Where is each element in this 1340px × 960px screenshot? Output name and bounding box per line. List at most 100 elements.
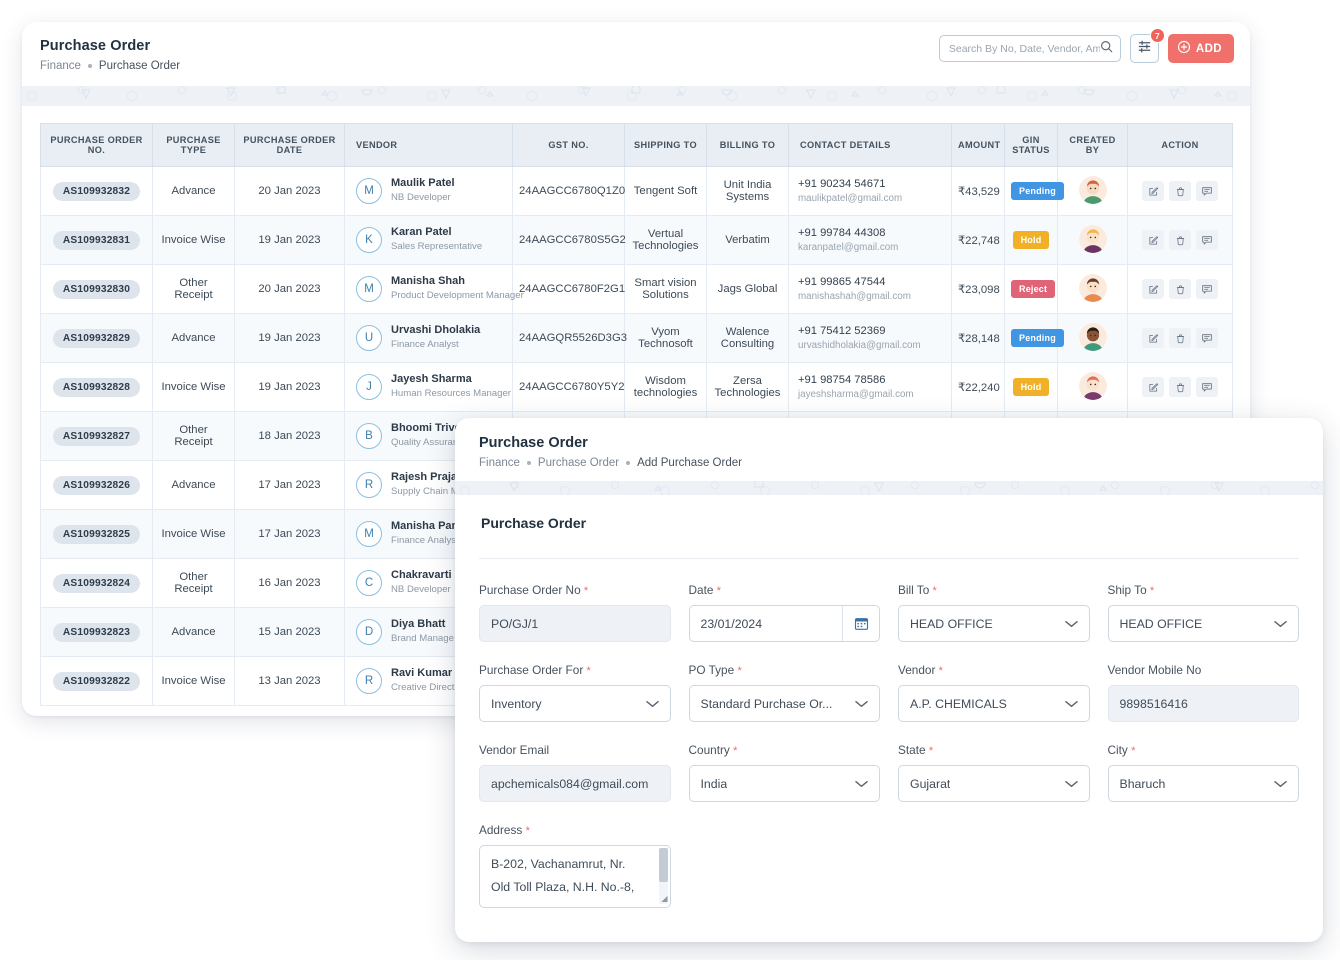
edit-icon[interactable]: [1142, 328, 1164, 348]
col-contact-details[interactable]: CONTACT DETAILS: [789, 124, 952, 167]
cell-gst-no: 24AAGCC6780S5G2: [513, 216, 625, 265]
edit-icon[interactable]: [1142, 230, 1164, 250]
po-number-pill[interactable]: AS109932823: [53, 623, 140, 642]
col-purchase-order-date[interactable]: PURCHASE ORDER DATE: [235, 124, 345, 167]
select-vendor[interactable]: A.P. CHEMICALS: [898, 685, 1090, 722]
col-amount[interactable]: AMOUNT: [952, 124, 1005, 167]
required-marker: *: [584, 585, 588, 597]
delete-icon[interactable]: [1169, 328, 1191, 348]
select-country[interactable]: India: [689, 765, 881, 802]
col-gst-no[interactable]: GST NO.: [513, 124, 625, 167]
label-text: Purchase Order For: [479, 663, 583, 677]
po-number-pill[interactable]: AS109932829: [53, 329, 140, 348]
modal-breadcrumb-purchase-order[interactable]: Purchase Order: [538, 457, 619, 469]
search-icon[interactable]: [1100, 40, 1113, 58]
vendor-name: Diya Bhatt: [391, 618, 445, 630]
vendor-role: Human Resources Manager: [391, 388, 511, 399]
input-purchase-order-no[interactable]: PO/GJ/1: [479, 605, 671, 642]
select-ship-to[interactable]: HEAD OFFICE: [1108, 605, 1300, 642]
table-row[interactable]: AS109932830Other Receipt20 Jan 2023MMani…: [41, 265, 1233, 314]
filter-button[interactable]: 7: [1130, 34, 1159, 63]
input-vendor-email[interactable]: apchemicals084@gmail.com: [479, 765, 671, 802]
textarea-address[interactable]: B-202, Vachanamrut, Nr.Old Toll Plaza, N…: [479, 845, 671, 908]
breadcrumb-item-finance[interactable]: Finance: [40, 60, 81, 72]
vendor-role: NB Developer: [391, 192, 451, 203]
label-address: Address *: [479, 823, 671, 837]
col-billing-to[interactable]: BILLING TO: [707, 124, 789, 167]
select-po-type[interactable]: Standard Purchase Or...: [689, 685, 881, 722]
breadcrumb-item-purchase-order[interactable]: Purchase Order: [99, 60, 180, 72]
select-state[interactable]: Gujarat: [898, 765, 1090, 802]
vendor-role: Brand Manage: [391, 633, 454, 644]
chevron-down-icon: [646, 698, 659, 710]
input-vendor-mobile-no[interactable]: 9898516416: [1108, 685, 1300, 722]
contact-email: jayeshsharma@gmail.com: [798, 388, 945, 401]
cell-po-no: AS109932829: [41, 314, 153, 363]
label-vendor: Vendor *: [898, 663, 1090, 677]
edit-icon[interactable]: [1142, 377, 1164, 397]
calendar-icon[interactable]: [842, 606, 879, 641]
col-vendor[interactable]: VENDOR: [345, 124, 513, 167]
value-vendor-email: apchemicals084@gmail.com: [491, 777, 648, 791]
col-purchase-type[interactable]: PURCHASE TYPE: [153, 124, 235, 167]
comment-icon[interactable]: [1196, 181, 1218, 201]
comment-icon[interactable]: [1196, 279, 1218, 299]
modal-breadcrumb-dot-2: [626, 461, 630, 465]
select-city[interactable]: Bharuch: [1108, 765, 1300, 802]
col-purchase-order-no[interactable]: PURCHASE ORDER NO.: [41, 124, 153, 167]
vendor-initial-avatar: R: [356, 472, 382, 498]
delete-icon[interactable]: [1169, 279, 1191, 299]
field-bill-to: Bill To * HEAD OFFICE: [898, 583, 1090, 642]
delete-icon[interactable]: [1169, 377, 1191, 397]
select-purchase-order-for[interactable]: Inventory: [479, 685, 671, 722]
col-shipping-to[interactable]: SHIPPING TO: [625, 124, 707, 167]
add-button[interactable]: ADD: [1168, 34, 1234, 63]
delete-icon[interactable]: [1169, 230, 1191, 250]
cell-po-no: AS109932826: [41, 461, 153, 510]
po-number-pill[interactable]: AS109932826: [53, 476, 140, 495]
contact-phone: +91 99865 47544: [798, 275, 945, 290]
resize-grip-icon[interactable]: ◢: [661, 891, 667, 906]
required-marker: *: [929, 745, 933, 757]
col-created-by[interactable]: CREATED BY: [1058, 124, 1128, 167]
search-box[interactable]: [939, 35, 1121, 62]
po-number-pill[interactable]: AS109932830: [53, 280, 140, 299]
po-number-pill[interactable]: AS109932831: [53, 231, 140, 250]
po-number-pill[interactable]: AS109932825: [53, 525, 140, 544]
contact-phone: +91 90234 54671: [798, 177, 945, 192]
comment-icon[interactable]: [1196, 328, 1218, 348]
table-row[interactable]: AS109932832Advance20 Jan 2023MMaulik Pat…: [41, 167, 1233, 216]
po-number-pill[interactable]: AS109932822: [53, 672, 140, 691]
input-date[interactable]: 23/01/2024: [689, 605, 881, 642]
comment-icon[interactable]: [1196, 377, 1218, 397]
vendor-role: Creative Director: [391, 682, 463, 693]
modal-breadcrumb-dot-1: [527, 461, 531, 465]
table-row[interactable]: AS109932829Advance19 Jan 2023UUrvashi Dh…: [41, 314, 1233, 363]
address-scrollbar-thumb[interactable]: [659, 848, 668, 882]
search-input[interactable]: [949, 43, 1100, 55]
page-header: Purchase Order Finance Purchase Order: [22, 22, 1250, 86]
modal-breadcrumb-finance[interactable]: Finance: [479, 457, 520, 469]
add-purchase-order-modal: Purchase Order Finance Purchase Order Ad…: [455, 418, 1323, 942]
col-gin-status[interactable]: GIN STATUS: [1005, 124, 1058, 167]
select-bill-to[interactable]: HEAD OFFICE: [898, 605, 1090, 642]
edit-icon[interactable]: [1142, 181, 1164, 201]
delete-icon[interactable]: [1169, 181, 1191, 201]
field-city: City * Bharuch: [1108, 743, 1300, 802]
po-number-pill[interactable]: AS109932824: [53, 574, 140, 593]
cell-purchase-date: 20 Jan 2023: [235, 265, 345, 314]
po-number-pill[interactable]: AS109932832: [53, 182, 140, 201]
label-text: Date: [689, 583, 714, 597]
cell-purchase-type: Advance: [153, 608, 235, 657]
comment-icon[interactable]: [1196, 230, 1218, 250]
cell-purchase-date: 13 Jan 2023: [235, 657, 345, 706]
po-number-pill[interactable]: AS109932828: [53, 378, 140, 397]
cell-amount: ₹43,529: [952, 167, 1005, 216]
table-row[interactable]: AS109932831Invoice Wise19 Jan 2023KKaran…: [41, 216, 1233, 265]
vendor-role: NB Developer: [391, 584, 451, 595]
table-row[interactable]: AS109932828Invoice Wise19 Jan 2023JJayes…: [41, 363, 1233, 412]
edit-icon[interactable]: [1142, 279, 1164, 299]
col-action[interactable]: ACTION: [1128, 124, 1233, 167]
po-number-pill[interactable]: AS109932827: [53, 427, 140, 446]
modal-breadcrumb-add-purchase-order[interactable]: Add Purchase Order: [637, 457, 742, 469]
